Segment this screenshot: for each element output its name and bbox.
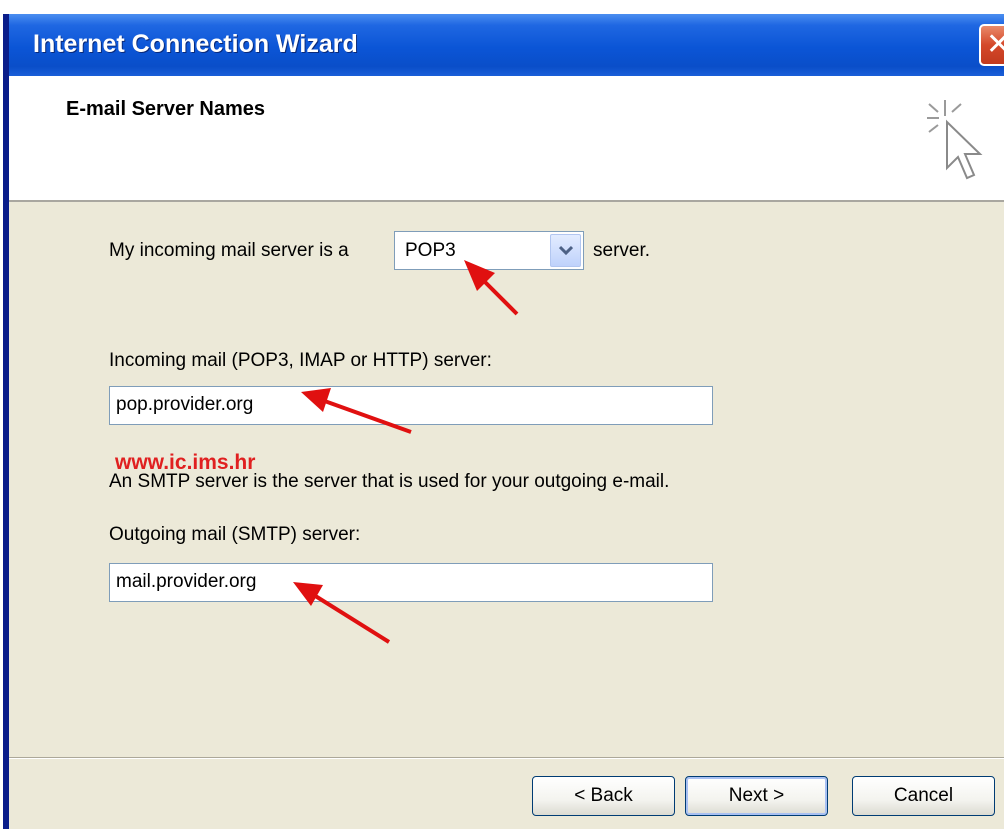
back-button[interactable]: < Back — [532, 776, 675, 816]
wizard-content — [9, 202, 1004, 829]
incoming-type-prefix: My incoming mail server is a — [109, 240, 349, 261]
close-icon: ✕ — [986, 27, 1004, 62]
incoming-server-field[interactable] — [109, 386, 713, 425]
incoming-server-input[interactable] — [116, 394, 696, 416]
close-button[interactable]: ✕ — [979, 24, 1004, 66]
incoming-server-type-value: POP3 — [405, 240, 456, 261]
title-bar[interactable]: Internet Connection Wizard ✕ — [9, 14, 1004, 76]
window-title: Internet Connection Wizard — [33, 30, 358, 58]
cancel-button[interactable]: Cancel — [852, 776, 995, 816]
wizard-header: E-mail Server Names — [9, 76, 1004, 202]
chevron-down-icon — [559, 245, 573, 256]
incoming-type-suffix: server. — [593, 240, 651, 261]
incoming-server-type-select[interactable]: POP3 — [394, 231, 584, 270]
next-button[interactable]: Next > — [685, 776, 828, 816]
outgoing-server-input[interactable] — [116, 571, 696, 593]
wizard-cursor-icon — [927, 100, 983, 180]
dropdown-button[interactable] — [550, 234, 581, 267]
window-left-edge — [0, 0, 9, 829]
wizard-window: Internet Connection Wizard ✕ E-mail Serv… — [9, 14, 1004, 829]
outgoing-server-field[interactable] — [109, 563, 713, 602]
incoming-type-label: My incoming mail server is a — [109, 240, 349, 262]
smtp-description: An SMTP server is the server that is use… — [109, 471, 670, 492]
page-heading: E-mail Server Names — [66, 98, 266, 120]
outgoing-server-label: Outgoing mail (SMTP) server: — [109, 524, 361, 545]
incoming-server-label: Incoming mail (POP3, IMAP or HTTP) serve… — [109, 350, 492, 371]
button-separator — [9, 757, 1004, 759]
